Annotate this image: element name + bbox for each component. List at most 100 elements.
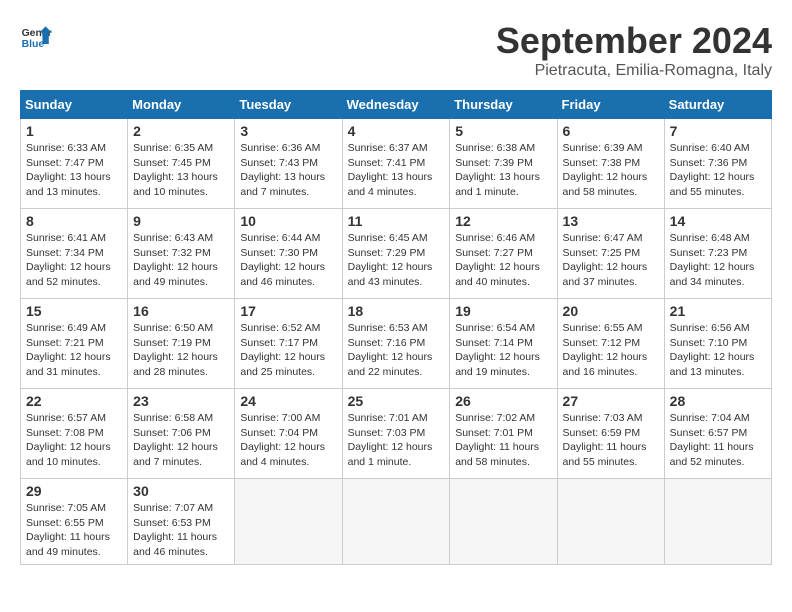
- table-cell: 24 Sunrise: 7:00 AM Sunset: 7:04 PM Dayli…: [235, 389, 342, 479]
- day-number: 29: [26, 483, 122, 499]
- table-cell: [450, 479, 557, 565]
- table-cell: 26Sunrise: 7:02 AM Sunset: 7:01 PM Dayli…: [450, 389, 557, 479]
- title-section: September 2024 Pietracuta, Emilia-Romagn…: [496, 20, 772, 80]
- day-info: Sunrise: 6:36 AM Sunset: 7:43 PM Dayligh…: [240, 141, 336, 200]
- calendar-title: September 2024: [496, 20, 772, 62]
- col-tuesday: Tuesday: [235, 91, 342, 119]
- table-cell: 15 Sunrise: 6:49 AM Sunset: 7:21 PM Dayli…: [21, 299, 128, 389]
- table-cell: 17 Sunrise: 6:52 AM Sunset: 7:17 PM Dayli…: [235, 299, 342, 389]
- day-info: Sunrise: 6:52 AM Sunset: 7:17 PM Dayligh…: [240, 321, 336, 380]
- col-thursday: Thursday: [450, 91, 557, 119]
- day-number: 13: [563, 213, 659, 229]
- table-row: 29 Sunrise: 7:05 AM Sunset: 6:55 PM Dayli…: [21, 479, 772, 565]
- day-number: 9: [133, 213, 229, 229]
- table-cell: [664, 479, 771, 565]
- day-info: Sunrise: 6:41 AM Sunset: 7:34 PM Dayligh…: [26, 231, 122, 290]
- table-row: 15 Sunrise: 6:49 AM Sunset: 7:21 PM Dayli…: [21, 299, 772, 389]
- table-cell: 23Sunrise: 6:58 AM Sunset: 7:06 PM Dayli…: [128, 389, 235, 479]
- day-info: Sunrise: 6:40 AM Sunset: 7:36 PM Dayligh…: [670, 141, 766, 200]
- table-cell: [557, 479, 664, 565]
- table-cell: [342, 479, 450, 565]
- day-info: Sunrise: 7:03 AM Sunset: 6:59 PM Dayligh…: [563, 411, 659, 470]
- day-info: Sunrise: 6:57 AM Sunset: 7:08 PM Dayligh…: [26, 411, 122, 470]
- table-cell: 28Sunrise: 7:04 AM Sunset: 6:57 PM Dayli…: [664, 389, 771, 479]
- day-info: Sunrise: 7:02 AM Sunset: 7:01 PM Dayligh…: [455, 411, 551, 470]
- day-number: 7: [670, 123, 766, 139]
- day-info: Sunrise: 7:00 AM Sunset: 7:04 PM Dayligh…: [240, 411, 336, 470]
- table-cell: 10Sunrise: 6:44 AM Sunset: 7:30 PM Dayli…: [235, 209, 342, 299]
- day-number: 12: [455, 213, 551, 229]
- day-number: 1: [26, 123, 122, 139]
- calendar-subtitle: Pietracuta, Emilia-Romagna, Italy: [496, 62, 772, 80]
- day-number: 30: [133, 483, 229, 499]
- calendar-table: Sunday Monday Tuesday Wednesday Thursday…: [20, 90, 772, 565]
- table-cell: 1 Sunrise: 6:33 AM Sunset: 7:47 PM Daylig…: [21, 119, 128, 209]
- day-info: Sunrise: 6:33 AM Sunset: 7:47 PM Dayligh…: [26, 141, 122, 200]
- table-cell: 16Sunrise: 6:50 AM Sunset: 7:19 PM Dayli…: [128, 299, 235, 389]
- table-cell: 18 Sunrise: 6:53 AM Sunset: 7:16 PM Dayli…: [342, 299, 450, 389]
- day-info: Sunrise: 7:07 AM Sunset: 6:53 PM Dayligh…: [133, 501, 229, 560]
- table-cell: 29 Sunrise: 7:05 AM Sunset: 6:55 PM Dayli…: [21, 479, 128, 565]
- table-row: 1 Sunrise: 6:33 AM Sunset: 7:47 PM Daylig…: [21, 119, 772, 209]
- table-cell: 8 Sunrise: 6:41 AM Sunset: 7:34 PM Daylig…: [21, 209, 128, 299]
- table-cell: 7 Sunrise: 6:40 AM Sunset: 7:36 PM Daylig…: [664, 119, 771, 209]
- day-number: 17: [240, 303, 336, 319]
- header-row: Sunday Monday Tuesday Wednesday Thursday…: [21, 91, 772, 119]
- day-info: Sunrise: 7:01 AM Sunset: 7:03 PM Dayligh…: [348, 411, 445, 470]
- day-number: 15: [26, 303, 122, 319]
- table-cell: 3Sunrise: 6:36 AM Sunset: 7:43 PM Daylig…: [235, 119, 342, 209]
- day-info: Sunrise: 6:50 AM Sunset: 7:19 PM Dayligh…: [133, 321, 229, 380]
- day-number: 25: [348, 393, 445, 409]
- logo-icon: General Blue: [20, 20, 52, 52]
- day-info: Sunrise: 6:38 AM Sunset: 7:39 PM Dayligh…: [455, 141, 551, 200]
- day-info: Sunrise: 6:54 AM Sunset: 7:14 PM Dayligh…: [455, 321, 551, 380]
- header: General Blue September 2024 Pietracuta, …: [20, 20, 772, 80]
- table-cell: 11 Sunrise: 6:45 AM Sunset: 7:29 PM Dayli…: [342, 209, 450, 299]
- day-info: Sunrise: 6:46 AM Sunset: 7:27 PM Dayligh…: [455, 231, 551, 290]
- day-number: 23: [133, 393, 229, 409]
- table-cell: 9 Sunrise: 6:43 AM Sunset: 7:32 PM Daylig…: [128, 209, 235, 299]
- day-info: Sunrise: 6:39 AM Sunset: 7:38 PM Dayligh…: [563, 141, 659, 200]
- day-info: Sunrise: 6:35 AM Sunset: 7:45 PM Dayligh…: [133, 141, 229, 200]
- table-cell: 30 Sunrise: 7:07 AM Sunset: 6:53 PM Dayli…: [128, 479, 235, 565]
- table-cell: [235, 479, 342, 565]
- table-cell: 6 Sunrise: 6:39 AM Sunset: 7:38 PM Daylig…: [557, 119, 664, 209]
- col-wednesday: Wednesday: [342, 91, 450, 119]
- day-number: 19: [455, 303, 551, 319]
- day-info: Sunrise: 6:37 AM Sunset: 7:41 PM Dayligh…: [348, 141, 445, 200]
- col-monday: Monday: [128, 91, 235, 119]
- day-number: 8: [26, 213, 122, 229]
- day-info: Sunrise: 6:43 AM Sunset: 7:32 PM Dayligh…: [133, 231, 229, 290]
- day-info: Sunrise: 6:44 AM Sunset: 7:30 PM Dayligh…: [240, 231, 336, 290]
- day-number: 5: [455, 123, 551, 139]
- table-cell: 21 Sunrise: 6:56 AM Sunset: 7:10 PM Dayli…: [664, 299, 771, 389]
- table-cell: 13 Sunrise: 6:47 AM Sunset: 7:25 PM Dayli…: [557, 209, 664, 299]
- svg-text:Blue: Blue: [22, 39, 45, 50]
- day-number: 14: [670, 213, 766, 229]
- table-cell: 19 Sunrise: 6:54 AM Sunset: 7:14 PM Dayli…: [450, 299, 557, 389]
- table-cell: 5 Sunrise: 6:38 AM Sunset: 7:39 PM Daylig…: [450, 119, 557, 209]
- day-number: 24: [240, 393, 336, 409]
- table-cell: 25 Sunrise: 7:01 AM Sunset: 7:03 PM Dayli…: [342, 389, 450, 479]
- day-info: Sunrise: 6:47 AM Sunset: 7:25 PM Dayligh…: [563, 231, 659, 290]
- day-info: Sunrise: 6:56 AM Sunset: 7:10 PM Dayligh…: [670, 321, 766, 380]
- day-info: Sunrise: 7:05 AM Sunset: 6:55 PM Dayligh…: [26, 501, 122, 560]
- day-number: 21: [670, 303, 766, 319]
- day-number: 18: [348, 303, 445, 319]
- col-friday: Friday: [557, 91, 664, 119]
- table-cell: 22Sunrise: 6:57 AM Sunset: 7:08 PM Dayli…: [21, 389, 128, 479]
- col-sunday: Sunday: [21, 91, 128, 119]
- day-number: 11: [348, 213, 445, 229]
- table-row: 22Sunrise: 6:57 AM Sunset: 7:08 PM Dayli…: [21, 389, 772, 479]
- day-number: 4: [348, 123, 445, 139]
- day-number: 28: [670, 393, 766, 409]
- table-cell: 20Sunrise: 6:55 AM Sunset: 7:12 PM Dayli…: [557, 299, 664, 389]
- table-cell: 2Sunrise: 6:35 AM Sunset: 7:45 PM Daylig…: [128, 119, 235, 209]
- day-info: Sunrise: 6:49 AM Sunset: 7:21 PM Dayligh…: [26, 321, 122, 380]
- table-cell: 14Sunrise: 6:48 AM Sunset: 7:23 PM Dayli…: [664, 209, 771, 299]
- day-number: 6: [563, 123, 659, 139]
- day-info: Sunrise: 6:55 AM Sunset: 7:12 PM Dayligh…: [563, 321, 659, 380]
- day-info: Sunrise: 6:45 AM Sunset: 7:29 PM Dayligh…: [348, 231, 445, 290]
- day-info: Sunrise: 6:53 AM Sunset: 7:16 PM Dayligh…: [348, 321, 445, 380]
- table-cell: 4 Sunrise: 6:37 AM Sunset: 7:41 PM Daylig…: [342, 119, 450, 209]
